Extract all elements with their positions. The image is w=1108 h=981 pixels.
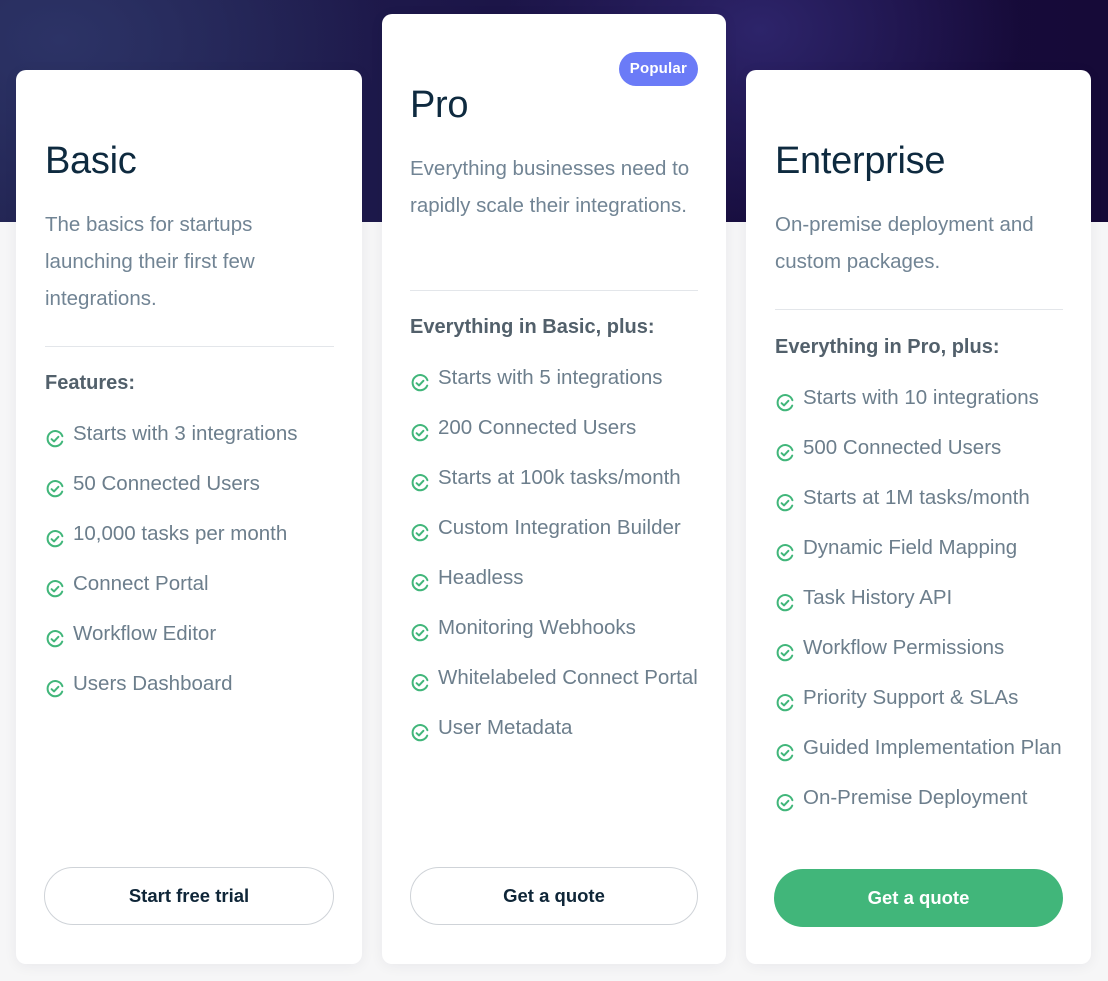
- feature-item: Starts with 3 integrations: [45, 416, 342, 452]
- feature-item: 50 Connected Users: [45, 466, 342, 502]
- feature-label: User Metadata: [438, 716, 573, 739]
- feature-label: Starts with 3 integrations: [73, 422, 298, 445]
- check-circle-icon: [775, 489, 795, 512]
- check-circle-icon: [775, 589, 795, 612]
- divider: [410, 290, 698, 291]
- feature-item: Task History API: [775, 580, 1071, 616]
- check-circle-icon: [45, 675, 65, 698]
- feature-label: 500 Connected Users: [803, 436, 1002, 459]
- divider: [775, 309, 1063, 310]
- feature-item: Workflow Editor: [45, 616, 342, 652]
- feature-label: 50 Connected Users: [73, 472, 260, 495]
- feature-label: Custom Integration Builder: [438, 516, 681, 539]
- feature-item: 10,000 tasks per month: [45, 516, 342, 552]
- feature-label: Workflow Editor: [73, 622, 217, 645]
- feature-item: Workflow Permissions: [775, 630, 1071, 666]
- pricing-card-pro: Popular Pro Everything businesses need t…: [382, 14, 726, 964]
- plan-description: The basics for startups launching their …: [45, 213, 255, 310]
- features-heading: Features:: [45, 372, 136, 394]
- features-heading: Everything in Pro, plus:: [775, 336, 1000, 358]
- feature-label: Connect Portal: [73, 572, 209, 595]
- check-circle-icon: [410, 719, 430, 742]
- features-heading: Everything in Basic, plus:: [410, 316, 655, 338]
- features-list: Starts with 10 integrations 500 Connected…: [775, 380, 1071, 830]
- feature-item: Headless: [410, 560, 706, 596]
- feature-item: 500 Connected Users: [775, 430, 1071, 466]
- feature-label: Dynamic Field Mapping: [803, 536, 1018, 559]
- feature-label: Headless: [438, 566, 524, 589]
- feature-label: Starts at 100k tasks/month: [438, 466, 681, 489]
- check-circle-icon: [775, 689, 795, 712]
- feature-item: Starts with 5 integrations: [410, 360, 706, 396]
- check-circle-icon: [775, 539, 795, 562]
- features-list: Starts with 5 integrations 200 Connected …: [410, 360, 706, 760]
- check-circle-icon: [410, 569, 430, 592]
- feature-item: Guided Implementation Plan: [775, 730, 1071, 766]
- check-circle-icon: [410, 419, 430, 442]
- check-circle-icon: [45, 525, 65, 548]
- pricing-card-basic: Basic The basics for startups launching …: [16, 70, 362, 964]
- feature-item: Connect Portal: [45, 566, 342, 602]
- check-circle-icon: [775, 639, 795, 662]
- feature-item: 200 Connected Users: [410, 410, 706, 446]
- feature-item: Whitelabeled Connect Portal: [410, 660, 706, 696]
- check-circle-icon: [410, 619, 430, 642]
- check-circle-icon: [45, 575, 65, 598]
- feature-item: Starts at 100k tasks/month: [410, 460, 706, 496]
- check-circle-icon: [410, 519, 430, 542]
- check-circle-icon: [775, 389, 795, 412]
- feature-label: Starts with 5 integrations: [438, 366, 663, 389]
- feature-item: Custom Integration Builder: [410, 510, 706, 546]
- feature-label: 200 Connected Users: [438, 416, 637, 439]
- feature-item: Users Dashboard: [45, 666, 342, 702]
- start-free-trial-button[interactable]: Start free trial: [44, 867, 334, 925]
- feature-item: User Metadata: [410, 710, 706, 746]
- feature-label: Monitoring Webhooks: [438, 616, 636, 639]
- popular-badge: Popular: [618, 52, 698, 86]
- feature-label: On-Premise Deployment: [803, 786, 1028, 809]
- feature-label: Priority Support & SLAs: [803, 686, 1019, 709]
- plan-name: Basic: [45, 140, 137, 182]
- plan-description: On-premise deployment and custom package…: [775, 213, 1034, 273]
- feature-item: Dynamic Field Mapping: [775, 530, 1071, 566]
- get-a-quote-button-pro[interactable]: Get a quote: [410, 867, 698, 925]
- feature-label: Workflow Permissions: [803, 636, 1005, 659]
- feature-label: Guided Implementation Plan: [803, 736, 1062, 759]
- feature-label: Users Dashboard: [73, 672, 233, 695]
- pricing-card-enterprise: Enterprise On-premise deployment and cus…: [746, 70, 1091, 964]
- plan-description: Everything businesses need to rapidly sc…: [410, 157, 690, 217]
- feature-label: 10,000 tasks per month: [73, 522, 288, 545]
- feature-item: Monitoring Webhooks: [410, 610, 706, 646]
- feature-label: Whitelabeled Connect Portal: [438, 666, 698, 689]
- check-circle-icon: [45, 425, 65, 448]
- check-circle-icon: [410, 669, 430, 692]
- feature-item: On-Premise Deployment: [775, 780, 1071, 816]
- check-circle-icon: [410, 469, 430, 492]
- feature-item: Starts at 1M tasks/month: [775, 480, 1071, 516]
- feature-label: Starts at 1M tasks/month: [803, 486, 1030, 509]
- check-circle-icon: [775, 739, 795, 762]
- feature-label: Task History API: [803, 586, 953, 609]
- check-circle-icon: [775, 789, 795, 812]
- check-circle-icon: [45, 475, 65, 498]
- check-circle-icon: [775, 439, 795, 462]
- get-a-quote-button-enterprise[interactable]: Get a quote: [774, 869, 1063, 927]
- plan-name: Pro: [410, 84, 469, 126]
- check-circle-icon: [45, 625, 65, 648]
- features-list: Starts with 3 integrations 50 Connected U…: [45, 416, 342, 716]
- feature-item: Starts with 10 integrations: [775, 380, 1071, 416]
- plan-name: Enterprise: [775, 140, 946, 182]
- feature-item: Priority Support & SLAs: [775, 680, 1071, 716]
- divider: [45, 346, 334, 347]
- feature-label: Starts with 10 integrations: [803, 386, 1039, 409]
- check-circle-icon: [410, 369, 430, 392]
